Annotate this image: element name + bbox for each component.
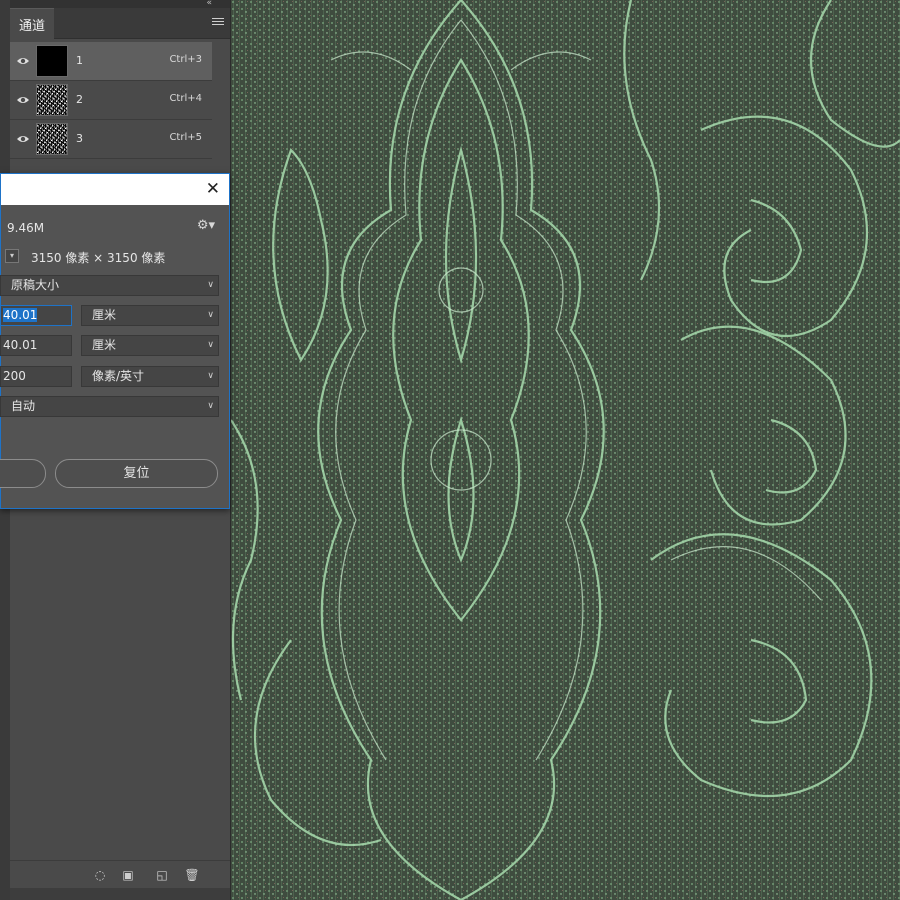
resolution-field[interactable]: 200 — [0, 366, 72, 387]
resample-select[interactable]: 自动 ∨ — [0, 396, 219, 417]
channel-row-2[interactable]: 2 Ctrl+4 — [10, 81, 212, 120]
channel-thumbnail — [36, 45, 68, 77]
resolution-unit-value: 像素/英寸 — [92, 369, 145, 383]
panel-menu-icon[interactable] — [212, 16, 224, 28]
dimensions-dropdown-button[interactable]: ▾ — [5, 249, 19, 263]
fit-to-select[interactable]: 原稿大小 ∨ — [0, 275, 219, 296]
panel-top-strip: « — [10, 0, 230, 8]
panel-tab-bar: 通道 — [10, 8, 230, 39]
channel-name: 2 — [76, 93, 83, 106]
channel-row-1[interactable]: 1 Ctrl+3 — [10, 42, 212, 81]
channel-name: 1 — [76, 54, 83, 67]
channel-shortcut: Ctrl+3 — [169, 54, 202, 65]
delete-icon[interactable]: 🗑 — [184, 867, 200, 883]
resolution-value: 200 — [3, 369, 26, 383]
channel-shortcut: Ctrl+5 — [169, 132, 202, 143]
image-size-dialog: ✕ 9.46M ⚙▾ ▾ 3150 像素 × 3150 像素 原稿大小 ∨ 40… — [0, 173, 230, 509]
collapse-panel-icon[interactable]: « — [206, 0, 212, 8]
load-selection-icon[interactable]: ◌ — [92, 867, 108, 883]
dialog-titlebar: ✕ — [1, 174, 229, 205]
dimensions-readout: 3150 像素 × 3150 像素 — [31, 251, 166, 265]
width-value: 40.01 — [3, 308, 38, 322]
fit-to-value: 原稿大小 — [11, 278, 60, 292]
chevron-down-icon: ∨ — [207, 280, 214, 290]
channel-row-3[interactable]: 3 Ctrl+5 — [10, 120, 212, 159]
height-unit-select[interactable]: 厘米 ∨ — [81, 335, 219, 356]
height-value: 40.01 — [3, 338, 38, 352]
new-channel-icon[interactable]: ◱ — [154, 867, 170, 883]
reset-button[interactable]: 复位 — [55, 459, 218, 488]
paisley-pattern-image — [231, 0, 900, 900]
tab-channels[interactable]: 通道 — [10, 8, 54, 39]
chevron-down-icon: ∨ — [207, 340, 214, 350]
channel-shortcut: Ctrl+4 — [169, 93, 202, 104]
visibility-eye-icon[interactable] — [16, 54, 30, 68]
channel-thumbnail — [36, 84, 68, 116]
channel-thumbnail — [36, 123, 68, 155]
height-unit-value: 厘米 — [92, 338, 117, 352]
resample-value: 自动 — [11, 399, 36, 413]
channel-name: 3 — [76, 132, 83, 145]
width-unit-select[interactable]: 厘米 ∨ — [81, 305, 219, 326]
width-field[interactable]: 40.01 — [0, 305, 72, 326]
ok-button[interactable] — [0, 459, 46, 488]
close-icon[interactable]: ✕ — [206, 180, 220, 198]
resolution-unit-select[interactable]: 像素/英寸 ∨ — [81, 366, 219, 387]
image-size-value: 9.46M — [7, 221, 45, 235]
save-selection-icon[interactable]: ▣ — [120, 867, 136, 883]
chevron-down-icon: ∨ — [207, 371, 214, 381]
visibility-eye-icon[interactable] — [16, 93, 30, 107]
gear-icon[interactable]: ⚙▾ — [197, 218, 215, 233]
chevron-down-icon: ∨ — [207, 401, 214, 411]
height-field[interactable]: 40.01 — [0, 335, 72, 356]
chevron-down-icon: ∨ — [207, 310, 214, 320]
panel-bottom-strip — [10, 888, 230, 900]
visibility-eye-icon[interactable] — [16, 132, 30, 146]
channels-footer-toolbar: ◌ ▣ ◱ 🗑 — [10, 860, 230, 889]
width-unit-value: 厘米 — [92, 308, 117, 322]
document-canvas[interactable] — [231, 0, 900, 900]
